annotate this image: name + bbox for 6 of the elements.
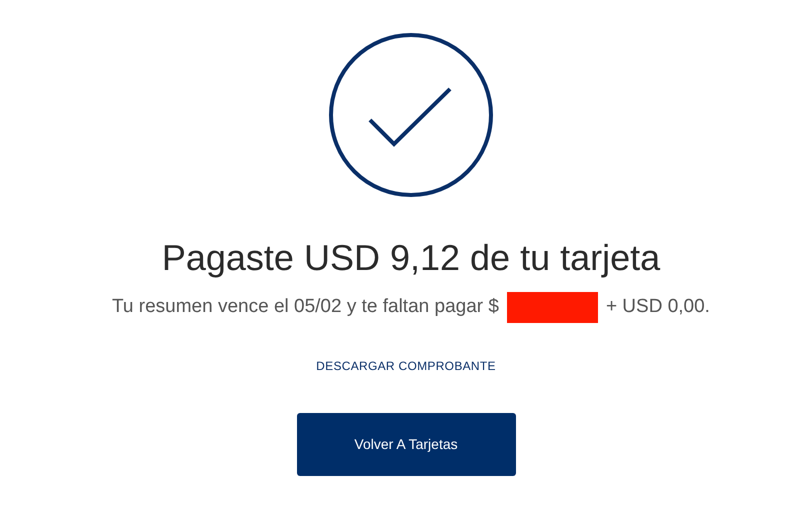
- remaining-amount-text: + USD 0,00.: [606, 295, 710, 320]
- download-receipt-link[interactable]: DESCARGAR COMPROBANTE: [316, 357, 496, 375]
- checkmark-circle-icon: [328, 32, 494, 198]
- due-date-text: Tu resumen vence el 05/02 y te faltan pagar $: [112, 295, 499, 320]
- payment-title: Pagaste USD 9,12 de tu tarjeta: [162, 236, 660, 280]
- back-to-cards-button[interactable]: Volver A Tarjetas: [296, 413, 516, 476]
